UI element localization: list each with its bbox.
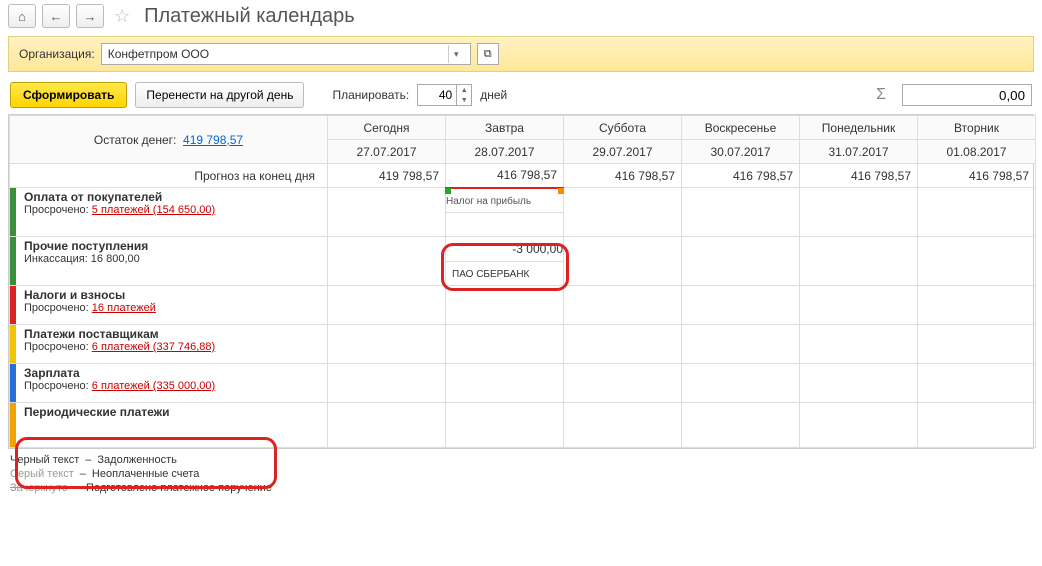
detail-bank-cell[interactable]: ПАО СБЕРБАНК <box>446 261 564 286</box>
forecast-cell: 416 798,57 <box>564 164 682 188</box>
day-date: 31.07.2017 <box>800 140 918 164</box>
organization-open-button[interactable]: ⧉ <box>477 43 499 65</box>
overdue-label: Просрочено: <box>24 341 89 353</box>
overdue-label: Просрочено: <box>24 302 89 314</box>
day-date: 27.07.2017 <box>328 140 446 164</box>
section-cell[interactable]: Зарплата Просрочено: 6 платежей (335 000… <box>10 364 328 403</box>
plan-label: Планировать: <box>332 88 409 102</box>
plan-days-input[interactable] <box>418 86 456 104</box>
plan-days-spinner[interactable]: ▲ ▼ <box>417 84 472 106</box>
forecast-cell: 416 798,57 <box>682 164 800 188</box>
overdue-link[interactable]: 6 платежей (337 746,88) <box>92 341 215 353</box>
overdue-link[interactable]: 16 платежей <box>92 302 156 314</box>
day-name: Воскресенье <box>682 116 800 140</box>
organization-bar: Организация: Конфетпром ООО ▾ ⧉ <box>8 36 1034 72</box>
forecast-cell: 416 798,57 <box>918 164 1036 188</box>
detail-note-cell[interactable]: Налог на прибыль <box>446 188 564 213</box>
legend: Черный текст – Задолженность Серый текст… <box>0 449 1042 499</box>
day-name: Завтра <box>446 116 564 140</box>
legend-black-label: Черный текст <box>10 454 79 466</box>
day-name: Вторник <box>918 116 1036 140</box>
section-cell[interactable]: Платежи поставщикам Просрочено: 6 платеж… <box>10 325 328 364</box>
sub-label: Инкассация: <box>24 253 88 265</box>
section-title: Налоги и взносы <box>24 288 319 302</box>
legend-gray-label: Серый текст <box>10 468 74 480</box>
back-button[interactable]: ← <box>42 4 70 28</box>
legend-strike-desc: Подготовлено платежное поручение <box>86 482 272 494</box>
favorite-icon[interactable]: ☆ <box>114 6 130 27</box>
balance-link[interactable]: 419 798,57 <box>183 133 243 147</box>
overdue-link[interactable]: 6 платежей (335 000,00) <box>92 380 215 392</box>
sum-icon: Σ <box>876 86 886 104</box>
organization-value: Конфетпром ООО <box>108 47 209 61</box>
detail-amount-cell[interactable]: -3 000,00 <box>446 237 564 262</box>
forecast-cell: 416 798,57 <box>800 164 918 188</box>
organization-label: Организация: <box>19 47 95 61</box>
section-cell[interactable]: Оплата от покупателей Просрочено: 5 плат… <box>10 188 328 237</box>
home-button[interactable]: ⌂ <box>8 4 36 28</box>
total-input[interactable] <box>902 84 1032 106</box>
day-date: 29.07.2017 <box>564 140 682 164</box>
page-title: Платежный календарь <box>144 5 355 28</box>
day-date: 28.07.2017 <box>446 140 564 164</box>
section-title: Прочие поступления <box>24 239 319 253</box>
dropdown-icon[interactable]: ▾ <box>448 45 464 63</box>
move-day-button[interactable]: Перенести на другой день <box>135 82 304 108</box>
section-cell[interactable]: Прочие поступления Инкассация: 16 800,00 <box>10 237 328 286</box>
section-title: Периодические платежи <box>24 405 319 419</box>
spin-up-icon[interactable]: ▲ <box>457 85 471 95</box>
forecast-label: Прогноз на конец дня <box>10 164 328 188</box>
legend-strike-label: Зачеркнуто <box>10 482 68 494</box>
forecast-cell: 416 798,57 <box>446 164 564 188</box>
overdue-label: Просрочено: <box>24 204 89 216</box>
plan-unit: дней <box>480 88 507 102</box>
forward-button[interactable]: → <box>76 4 104 28</box>
section-title: Зарплата <box>24 366 319 380</box>
section-title: Платежи поставщикам <box>24 327 319 341</box>
section-title: Оплата от покупателей <box>24 190 319 204</box>
day-name: Суббота <box>564 116 682 140</box>
legend-black-desc: Задолженность <box>97 454 177 466</box>
day-date: 30.07.2017 <box>682 140 800 164</box>
day-name: Сегодня <box>328 116 446 140</box>
organization-select[interactable]: Конфетпром ООО ▾ <box>101 43 471 65</box>
overdue-link[interactable]: 5 платежей (154 650,00) <box>92 204 215 216</box>
day-name: Понедельник <box>800 116 918 140</box>
overdue-label: Просрочено: <box>24 380 89 392</box>
section-cell[interactable]: Налоги и взносы Просрочено: 16 платежей <box>10 286 328 325</box>
generate-button[interactable]: Сформировать <box>10 82 127 108</box>
legend-gray-desc: Неоплаченные счета <box>92 468 199 480</box>
calendar-grid: Остаток денег: 419 798,57 Сегодня Завтра… <box>9 115 1036 448</box>
section-cell[interactable]: Периодические платежи <box>10 403 328 448</box>
spin-down-icon[interactable]: ▼ <box>457 95 471 105</box>
day-date: 01.08.2017 <box>918 140 1036 164</box>
balance-header: Остаток денег: 419 798,57 <box>10 116 328 164</box>
forecast-cell: 419 798,57 <box>328 164 446 188</box>
sub-value: 16 800,00 <box>91 253 140 265</box>
